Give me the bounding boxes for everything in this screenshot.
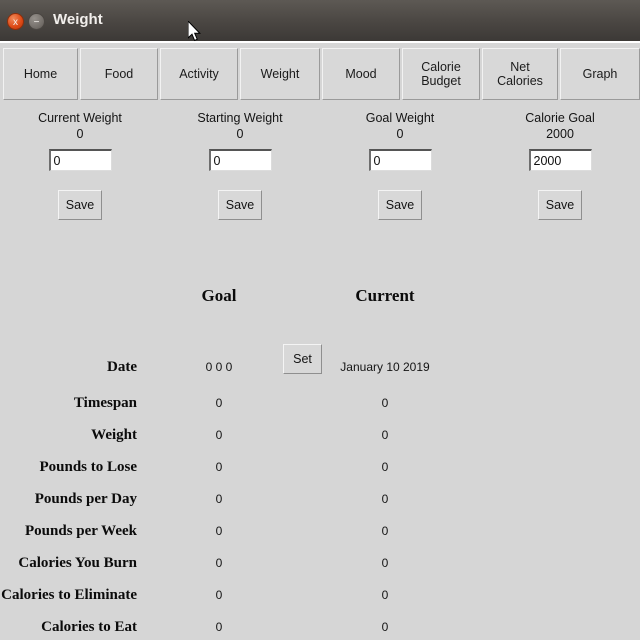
- table-row: Date 0 0 0 Set January 10 2019: [0, 344, 640, 390]
- row-current-date: January 10 2019: [340, 360, 430, 374]
- goal-weight-input[interactable]: [368, 149, 432, 171]
- tab-weight[interactable]: Weight: [240, 48, 320, 100]
- row-current-calories-you-burn: 0: [381, 556, 389, 570]
- row-label-timespan: Timespan: [73, 395, 137, 411]
- row-label-pounds-per-week: Pounds per Week: [25, 523, 137, 539]
- goal-weight-readout: 0: [396, 127, 404, 141]
- row-label-calories-to-eat: Calories to Eat: [41, 619, 137, 635]
- table-row: Timespan 0 0: [0, 394, 640, 426]
- minimize-window-button[interactable]: −: [28, 13, 45, 30]
- row-goal-calories-you-burn: 0: [215, 556, 223, 570]
- row-label-calories-to-eliminate: Calories to Eliminate: [1, 587, 137, 603]
- row-current-pounds-per-day: 0: [381, 492, 389, 506]
- calorie-goal-block: Calorie Goal 2000 Save: [480, 110, 640, 220]
- row-current-calories-to-eliminate: 0: [381, 588, 389, 602]
- table-row: Calories You Burn 0 0: [0, 554, 640, 586]
- window-title: Weight: [53, 11, 103, 28]
- table-row: Pounds per Day 0 0: [0, 490, 640, 522]
- calorie-goal-label: Calorie Goal: [525, 111, 595, 125]
- row-label-pounds-per-day: Pounds per Day: [34, 491, 137, 507]
- row-label-weight: Weight: [91, 427, 137, 443]
- current-weight-block: Current Weight 0 Save: [0, 110, 160, 220]
- tab-graph[interactable]: Graph: [560, 48, 640, 100]
- row-goal-timespan: 0: [215, 396, 223, 410]
- row-current-calories-to-eat: 0: [381, 620, 389, 634]
- calorie-goal-input[interactable]: [528, 149, 592, 171]
- title-bar: x − Weight: [0, 0, 640, 43]
- tab-calorie-budget[interactable]: Calorie Budget: [402, 48, 480, 100]
- row-current-pounds-to-lose: 0: [381, 460, 389, 474]
- tab-mood[interactable]: Mood: [322, 48, 400, 100]
- row-current-weight: 0: [381, 428, 389, 442]
- goal-column-header: Goal: [201, 286, 237, 305]
- starting-weight-label: Starting Weight: [197, 111, 283, 125]
- table-row: Calories to Eat 0 0: [0, 618, 640, 640]
- goal-weight-label: Goal Weight: [365, 111, 435, 125]
- starting-weight-block: Starting Weight 0 Save: [160, 110, 320, 220]
- set-date-button[interactable]: Set: [283, 344, 322, 374]
- starting-weight-input[interactable]: [208, 149, 272, 171]
- row-label-calories-you-burn: Calories You Burn: [18, 555, 137, 571]
- row-goal-pounds-per-day: 0: [215, 492, 223, 506]
- row-goal-calories-to-eliminate: 0: [215, 588, 223, 602]
- save-goal-weight-button[interactable]: Save: [378, 190, 422, 220]
- row-goal-pounds-per-week: 0: [215, 524, 223, 538]
- tab-home[interactable]: Home: [3, 48, 78, 100]
- row-label-pounds-to-lose: Pounds to Lose: [39, 459, 137, 475]
- calorie-goal-readout: 2000: [546, 127, 574, 141]
- row-label-date: Date: [107, 359, 137, 375]
- table-row: Pounds to Lose 0 0: [0, 458, 640, 490]
- current-column-header: Current: [355, 286, 415, 305]
- table-row: Weight 0 0: [0, 426, 640, 458]
- current-weight-readout: 0: [76, 127, 84, 141]
- table-row: Calories to Eliminate 0 0: [0, 586, 640, 618]
- save-calorie-goal-button[interactable]: Save: [538, 190, 582, 220]
- close-icon: x: [13, 17, 18, 28]
- starting-weight-readout: 0: [236, 127, 244, 141]
- tab-food[interactable]: Food: [80, 48, 158, 100]
- row-current-pounds-per-week: 0: [381, 524, 389, 538]
- app-window: x − Weight Home Food Activity Weight Moo…: [0, 0, 640, 640]
- close-window-button[interactable]: x: [7, 13, 24, 30]
- tab-activity[interactable]: Activity: [160, 48, 238, 100]
- row-goal-date: 0 0 0: [205, 360, 233, 374]
- tab-net-calories[interactable]: Net Calories: [482, 48, 558, 100]
- current-weight-input[interactable]: [48, 149, 112, 171]
- tab-bar: Home Food Activity Weight Mood Calorie B…: [0, 45, 640, 103]
- table-row: Pounds per Week 0 0: [0, 522, 640, 554]
- current-weight-label: Current Weight: [38, 111, 122, 125]
- row-goal-pounds-to-lose: 0: [215, 460, 223, 474]
- row-goal-calories-to-eat: 0: [215, 620, 223, 634]
- goal-weight-block: Goal Weight 0 Save: [320, 110, 480, 220]
- save-current-weight-button[interactable]: Save: [58, 190, 102, 220]
- row-current-timespan: 0: [381, 396, 389, 410]
- row-goal-weight: 0: [215, 428, 223, 442]
- save-starting-weight-button[interactable]: Save: [218, 190, 262, 220]
- minimize-icon: −: [33, 17, 40, 28]
